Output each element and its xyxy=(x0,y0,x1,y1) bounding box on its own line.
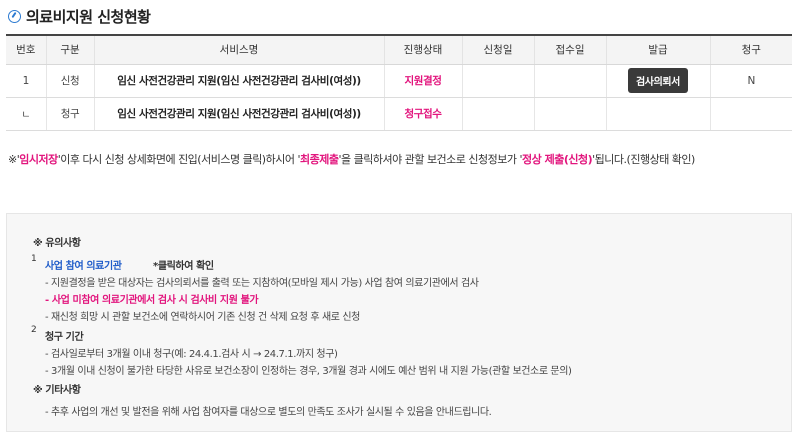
header-receipt-date: 접수일 xyxy=(533,34,606,65)
cell-no: ㄴ xyxy=(6,97,46,131)
other-heading: ※ 기타사항 xyxy=(33,385,81,396)
cell-issue: 검사의뢰서 xyxy=(605,64,710,98)
cell-issue xyxy=(605,97,710,131)
caution-line: - 3개월 이내 신청이 불가한 타당한 사유로 보건소장이 인정하는 경우, … xyxy=(45,366,572,377)
header-type: 구분 xyxy=(45,34,94,65)
caution-line: - 검사일로부터 3개월 이내 청구(예: 24.4.1.검사 시 → 24.7… xyxy=(45,349,338,360)
cell-type: 청구 xyxy=(45,97,94,131)
header-status: 진행상태 xyxy=(383,34,462,65)
cell-receipt-date xyxy=(533,97,606,131)
page-title: 의료비지원 신청현황 xyxy=(26,7,151,26)
caution-line: - 지원결정을 받은 대상자는 검사의뢰서를 출력 또는 지참하여(모바일 제시… xyxy=(45,278,479,289)
notice-highlight: 최종제출 xyxy=(299,153,339,166)
cell-type: 신청 xyxy=(45,64,94,98)
caution-line-warning: - 사업 미참여 의료기관에서 검사 시 검사비 지원 불가 xyxy=(45,295,259,306)
participating-clinic-link[interactable]: 사업 참여 의료기관 xyxy=(45,257,122,272)
service-name-link[interactable]: 임신 사전건강관리 지원(임신 사전건강관리 검사비(여성)) xyxy=(93,64,384,98)
service-name-link[interactable]: 임신 사전건강관리 지원(임신 사전건강관리 검사비(여성)) xyxy=(93,97,384,131)
caution-line: - 추후 사업의 개선 및 발전을 위해 사업 참여자를 대상으로 별도의 만족… xyxy=(45,407,492,418)
caution-line: - 재신청 희망 시 관할 보건소에 연락하시어 기존 신청 건 삭제 요청 후… xyxy=(45,312,360,323)
header-apply-date: 신청일 xyxy=(461,34,534,65)
pencil-circle-icon xyxy=(8,9,21,23)
notice-highlight: 정상 제출(신청) xyxy=(522,153,593,166)
application-status-table: 번호 구분 서비스명 진행상태 신청일 접수일 발급 청구 1 신청 임신 사전… xyxy=(6,34,792,131)
cell-receipt-date xyxy=(533,64,606,98)
submission-notice: ※'임시저장'이후 다시 신청 상세화면에 진입(서비스명 클릭)하시어 '최종… xyxy=(8,150,793,169)
table-row: 1 신청 임신 사전건강관리 지원(임신 사전건강관리 검사비(여성)) 지원결… xyxy=(6,64,792,98)
cell-no: 1 xyxy=(6,64,46,98)
cell-status: 청구접수 xyxy=(383,97,462,131)
table-header-row: 번호 구분 서비스명 진행상태 신청일 접수일 발급 청구 xyxy=(6,34,792,65)
click-to-check-label: *클릭하여 확인 xyxy=(153,261,214,272)
header-claim: 청구 xyxy=(709,34,792,65)
caution-box: ※ 유의사항 1 사업 참여 의료기관 *클릭하여 확인 - 지원결정을 받은 … xyxy=(6,213,792,432)
cell-apply-date xyxy=(461,97,534,131)
exam-referral-button[interactable]: 검사의뢰서 xyxy=(627,68,688,93)
item-number: 2 xyxy=(31,325,37,335)
header-issue: 발급 xyxy=(605,34,710,65)
claim-period-title: 청구 기간 xyxy=(45,332,84,343)
table-row: ㄴ 청구 임신 사전건강관리 지원(임신 사전건강관리 검사비(여성)) 청구접… xyxy=(6,97,792,131)
caution-heading: ※ 유의사항 xyxy=(33,238,81,249)
cell-status: 지원결정 xyxy=(383,64,462,98)
notice-text: ※' xyxy=(8,153,20,166)
cell-claim xyxy=(709,97,792,131)
header-no: 번호 xyxy=(6,34,46,65)
notice-text: '됩니다.(진행상태 확인) xyxy=(592,153,695,166)
notice-highlight: 임시저장 xyxy=(19,153,58,166)
notice-text: '이후 다시 신청 상세화면에 진입(서비스명 클릭)하시어 ' xyxy=(57,153,301,166)
page-header: 의료비지원 신청현황 xyxy=(8,6,151,26)
cell-claim: N xyxy=(709,64,792,98)
header-service: 서비스명 xyxy=(93,34,384,65)
notice-text: '을 클릭하셔야 관할 보건소로 신청정보가 ' xyxy=(338,153,523,166)
cell-apply-date xyxy=(461,64,534,98)
item-number: 1 xyxy=(31,254,37,264)
